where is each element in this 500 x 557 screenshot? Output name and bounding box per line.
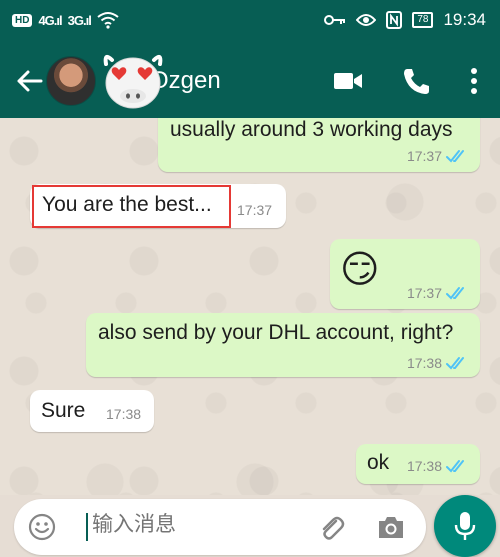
status-left: HD 4G.ıl 3G.ıl [12,11,119,29]
message-text: usually around 3 working days [170,118,453,141]
message-incoming[interactable]: You are the best... 17:37 [30,184,286,228]
text-cursor [86,513,88,541]
message-text: ok [367,451,390,474]
message-input[interactable] [92,512,312,536]
message-time: 17:37 [237,202,273,218]
read-ticks-icon [446,357,464,370]
key-icon [324,15,346,25]
status-time: 19:34 [443,10,486,29]
back-arrow-icon[interactable] [14,66,44,96]
read-ticks-icon [446,460,464,473]
status-bar: HD 4G.ıl 3G.ıl 78 19:34 [0,0,500,44]
read-ticks-icon [446,287,464,300]
message-text: also send by your DHL account, right? [98,321,454,344]
message-meta: 17:38 [407,355,468,371]
phone-icon[interactable] [400,66,432,96]
message-list[interactable]: usually around 3 working days 17:37 You … [0,118,500,495]
heart-eyes-sticker-icon [103,54,163,109]
microphone-icon [454,512,476,540]
message-meta: 17:37 [407,148,468,164]
message-time: 17:38 [406,458,442,474]
message-meta: 17:37 [237,202,272,218]
message-outgoing[interactable]: 😏 17:37 [330,239,480,309]
message-time: 17:37 [406,148,442,164]
battery-indicator: 78 [412,12,434,28]
status-right: 78 19:34 [324,10,486,30]
nfc-icon [386,11,403,29]
message-outgoing[interactable]: also send by your DHL account, right? 17… [86,313,480,377]
network-1: 4G.ıl [38,12,62,28]
emoji-icon[interactable] [28,513,56,541]
message-meta: 17:38 [407,458,468,474]
message-time: 17:38 [406,355,442,371]
message-emoji: 😏 [340,247,380,291]
video-call-icon[interactable] [332,66,364,96]
contact-avatar[interactable] [46,56,96,106]
network-1-label: 4G [38,12,54,28]
network-2-label: 3G [67,12,84,28]
wifi-icon [97,12,119,29]
chat-header: Ozgen [0,44,500,118]
message-outgoing[interactable]: usually around 3 working days 17:37 [158,118,480,172]
eye-comfort-icon [356,14,377,26]
voice-record-button[interactable] [434,495,496,557]
message-outgoing[interactable]: ok 17:38 [356,444,480,484]
hd-badge: HD [12,13,33,27]
network-2: 3G.ıl [67,12,92,28]
message-incoming[interactable]: Sure 17:38 [30,390,154,432]
message-time: 17:37 [406,285,442,301]
message-meta: 17:38 [106,406,141,422]
attach-icon[interactable] [316,513,346,543]
more-vert-icon[interactable] [458,66,490,96]
message-text: You are the best... [42,193,212,216]
read-ticks-icon [446,150,464,163]
message-composer [14,499,426,555]
message-time: 17:38 [106,406,142,422]
camera-icon[interactable] [376,513,406,541]
message-text: Sure [41,399,86,422]
message-meta: 17:37 [407,285,468,301]
